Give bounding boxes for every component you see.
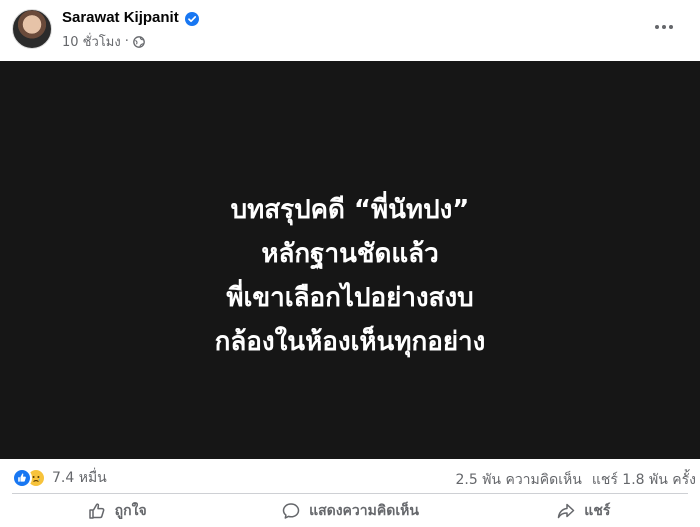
more-icon-dot (662, 25, 666, 29)
meta-separator: · (124, 34, 129, 49)
media-line-1: บทสรุปคดี “พี่นัทปง” (230, 195, 470, 225)
share-label: แชร์ (584, 503, 611, 519)
engagement-counts: 2.5 พัน ความคิดเห็น แชร์ 1.8 พัน ครั้ง (455, 469, 696, 491)
post-actions: ถูกใจ แสดงความคิดเห็น แชร์ (0, 495, 700, 527)
more-icon (655, 25, 659, 29)
post-media[interactable]: บทสรุปคดี “พี่นัทปง” หลักฐานชัดแล้ว พี่เ… (0, 61, 700, 459)
media-text: บทสรุปคดี “พี่นัทปง” หลักฐานชัดแล้ว พี่เ… (0, 188, 700, 364)
media-line-2: หลักฐานชัดแล้ว (261, 239, 439, 269)
like-reaction-icon (12, 468, 32, 488)
share-button[interactable]: แชร์ (467, 495, 700, 527)
comment-count[interactable]: 2.5 พัน ความคิดเห็น (455, 469, 581, 491)
action-divider (12, 493, 688, 494)
share-icon (558, 503, 575, 519)
like-label: ถูกใจ (114, 503, 147, 519)
more-icon-dot (669, 25, 673, 29)
post-time[interactable]: 10 ชั่วโมง (62, 31, 121, 52)
author-name[interactable]: Sarawat Kijpanit (62, 9, 179, 26)
media-line-4: กล้องในห้องเห็นทุกอย่าง (214, 327, 486, 357)
post-stats: 7.4 หมื่น 2.5 พัน ความคิดเห็น แชร์ 1.8 พ… (0, 462, 700, 492)
share-count[interactable]: แชร์ 1.8 พัน ครั้ง (592, 469, 696, 491)
reactions-summary[interactable]: 7.4 หมื่น (12, 467, 107, 489)
comment-icon (282, 503, 300, 519)
verified-badge-icon (184, 11, 199, 26)
globe-icon (132, 35, 145, 48)
like-icon (88, 503, 105, 519)
reaction-count: 7.4 หมื่น (52, 470, 107, 486)
post-meta: 10 ชั่วโมง · (62, 31, 145, 52)
comment-button[interactable]: แสดงความคิดเห็น (233, 495, 466, 527)
more-options-button[interactable] (646, 14, 682, 40)
like-button[interactable]: ถูกใจ (0, 495, 233, 527)
avatar[interactable] (12, 9, 52, 49)
author-row: Sarawat Kijpanit (62, 9, 199, 26)
comment-label: แสดงความคิดเห็น (309, 503, 419, 519)
media-line-3: พี่เขาเลือกไปอย่างสงบ (226, 283, 474, 313)
post-header: Sarawat Kijpanit 10 ชั่วโมง · (0, 0, 700, 60)
